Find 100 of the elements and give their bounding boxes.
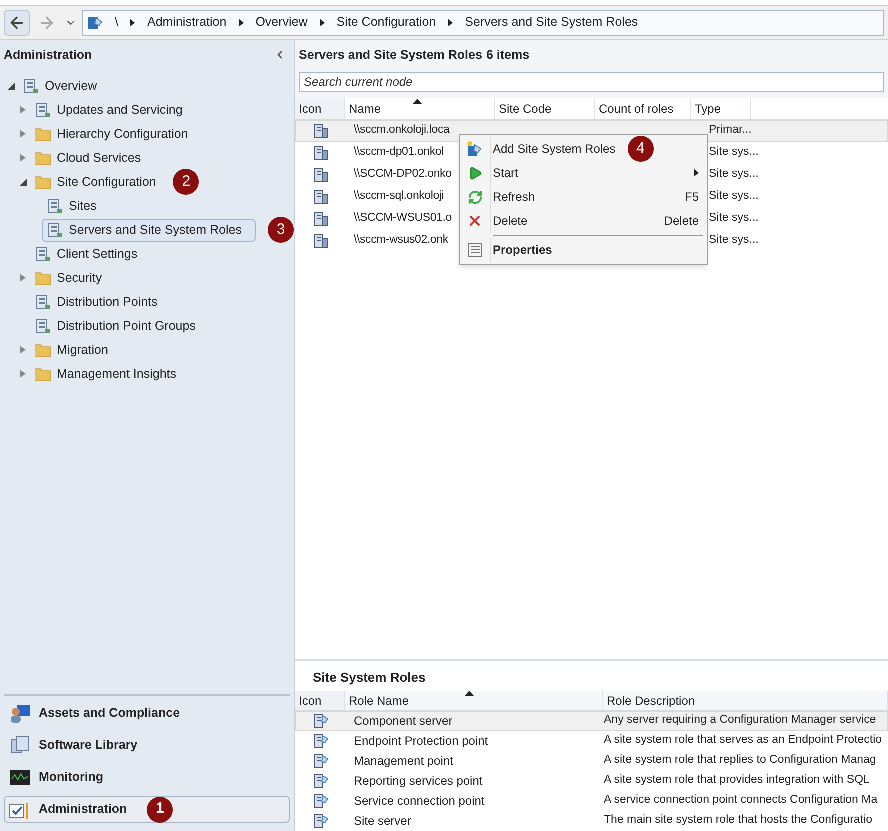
tree-item[interactable]: Distribution Points <box>30 290 163 314</box>
table-row[interactable]: Endpoint Protection point A site system role that serves as an Endpoint Protectio <box>295 731 888 751</box>
tree-item[interactable]: Sites <box>42 194 102 218</box>
workspace-item[interactable]: Software Library <box>4 732 143 759</box>
workspace-item[interactable]: Administration 1 <box>4 796 290 823</box>
address-bar[interactable]: \ Administration Overview Site Configuration Servers and Site System Roles <box>82 10 884 36</box>
expanded-arrow-icon[interactable] <box>20 178 26 186</box>
add-roles-icon <box>467 141 483 157</box>
tree-item[interactable]: Cloud Services <box>30 146 146 170</box>
tree-item-label: Overview <box>45 78 98 95</box>
folder-icon <box>35 272 51 284</box>
back-button[interactable] <box>4 10 30 36</box>
tree-item[interactable]: Security <box>30 266 108 290</box>
collapsed-arrow-icon[interactable] <box>20 370 26 378</box>
column-header[interactable]: Icon <box>295 98 345 119</box>
console-node-icon <box>35 246 51 262</box>
tree-item-label: Distribution Points <box>57 294 158 311</box>
tree-item[interactable]: Migration <box>30 338 114 362</box>
server-icon <box>314 168 328 182</box>
tree-item-label: Migration <box>57 342 108 359</box>
tree-item[interactable]: Servers and Site System Roles <box>42 218 256 242</box>
workspace-item[interactable]: Monitoring <box>4 764 109 791</box>
server-icon <box>314 124 328 138</box>
table-cell-text: Service connection point <box>353 793 486 810</box>
folder-icon <box>35 128 51 140</box>
breadcrumb-item[interactable]: Overview <box>252 13 312 32</box>
tree-item[interactable]: Site Configuration <box>30 170 162 194</box>
tree-item[interactable]: Hierarchy Configuration <box>30 122 194 146</box>
column-header[interactable]: Count of roles <box>595 98 691 119</box>
console-node-icon <box>47 222 63 238</box>
expanded-arrow-icon[interactable] <box>8 82 14 90</box>
collapsed-arrow-icon[interactable] <box>20 106 26 114</box>
tree-item-label: Security <box>57 270 102 287</box>
tree-item-label: Cloud Services <box>57 150 142 167</box>
table-row[interactable]: Reporting services point A site system role that provides integration with SQL <box>295 771 888 791</box>
server-role-icon <box>314 754 328 768</box>
column-header[interactable]: Type <box>691 98 751 119</box>
server-role-icon <box>314 734 328 748</box>
folder-icon <box>35 176 51 188</box>
breadcrumb-item[interactable]: \ <box>111 13 122 32</box>
play-icon <box>468 166 482 180</box>
table-row[interactable]: Management point A site system role that replies to Configuration Manag <box>295 751 888 771</box>
details-title: Site System Roles <box>313 668 426 687</box>
pane-title: Administration <box>4 46 92 64</box>
collapsed-arrow-icon[interactable] <box>20 154 26 162</box>
server-icon <box>314 146 328 160</box>
shortcut-label: F5 <box>684 189 699 206</box>
server-role-icon <box>314 774 328 788</box>
breadcrumb-separator-icon <box>238 18 244 26</box>
table-cell-text: A site system role that provides integration with SQL <box>604 773 870 788</box>
table-row[interactable]: Service connection point A service connection point connects Configuration Ma <box>295 791 888 811</box>
item-count: 6 items <box>486 46 530 64</box>
list-title: Servers and Site System Roles <box>299 46 482 64</box>
workspace-item[interactable]: Assets and Compliance <box>4 700 186 727</box>
tree-item-label: Servers and Site System Roles <box>69 222 242 239</box>
menu-item[interactable]: Refresh F5 <box>460 185 707 209</box>
collapsed-arrow-icon[interactable] <box>20 346 26 354</box>
table-cell-text: \\sccm-sql.onkoloji <box>354 189 444 204</box>
menu-item[interactable]: Start <box>460 161 707 185</box>
console-node-icon <box>35 102 51 118</box>
table-cell-text: Reporting services point <box>353 773 484 790</box>
table-row[interactable]: Component server Any server requiring a Configuration Manager service <box>295 711 888 731</box>
column-header[interactable]: Role Description <box>603 691 888 710</box>
shortcut-label: Delete <box>664 213 699 230</box>
menu-item[interactable]: Delete Delete <box>460 209 707 233</box>
refresh-icon <box>468 190 482 204</box>
breadcrumb-item[interactable]: Administration <box>143 13 231 32</box>
console-node-icon <box>35 294 51 310</box>
tree-item-label: Sites <box>69 198 97 215</box>
tree-item-label: Hierarchy Configuration <box>57 126 188 143</box>
breadcrumb-item[interactable]: Servers and Site System Roles <box>461 13 642 32</box>
folder-icon <box>35 152 51 164</box>
table-cell-text: Site sys... <box>708 167 760 182</box>
table-cell-text: Primar... <box>708 123 753 138</box>
table-cell-text: \\SCCM-WSUS01.o <box>354 211 452 226</box>
tree-item[interactable]: Client Settings <box>30 242 143 266</box>
column-header[interactable]: Icon <box>295 691 345 710</box>
server-icon <box>314 212 328 226</box>
table-row[interactable]: Site server The main site system role that hosts the Configuratio <box>295 811 888 831</box>
console-node-icon <box>35 318 51 334</box>
table-cell-text: Site sys... <box>708 233 760 248</box>
column-header[interactable]: Role Name <box>345 691 603 710</box>
search-field[interactable]: Search current node <box>299 72 884 92</box>
monitor-chart-icon <box>9 768 31 788</box>
collapsed-arrow-icon[interactable] <box>20 274 26 282</box>
user-computer-icon <box>9 704 31 724</box>
tree-item[interactable]: Updates and Servicing <box>30 98 188 122</box>
collapsed-arrow-icon[interactable] <box>20 130 26 138</box>
folder-icon <box>35 344 51 356</box>
breadcrumb-item[interactable]: Site Configuration <box>332 13 440 32</box>
server-role-icon <box>314 794 328 808</box>
tree-item[interactable]: Management Insights <box>30 362 182 386</box>
menu-item[interactable]: Properties <box>460 238 707 262</box>
tree-item-label: Site Configuration <box>57 174 156 191</box>
server-icon <box>314 234 328 248</box>
column-header[interactable]: Site Code <box>495 98 595 119</box>
table-cell-text: Management point <box>353 753 454 770</box>
tree-item[interactable]: Distribution Point Groups <box>30 314 201 338</box>
table-cell-text: Endpoint Protection point <box>353 733 490 750</box>
tree-item[interactable]: Overview <box>18 74 102 98</box>
